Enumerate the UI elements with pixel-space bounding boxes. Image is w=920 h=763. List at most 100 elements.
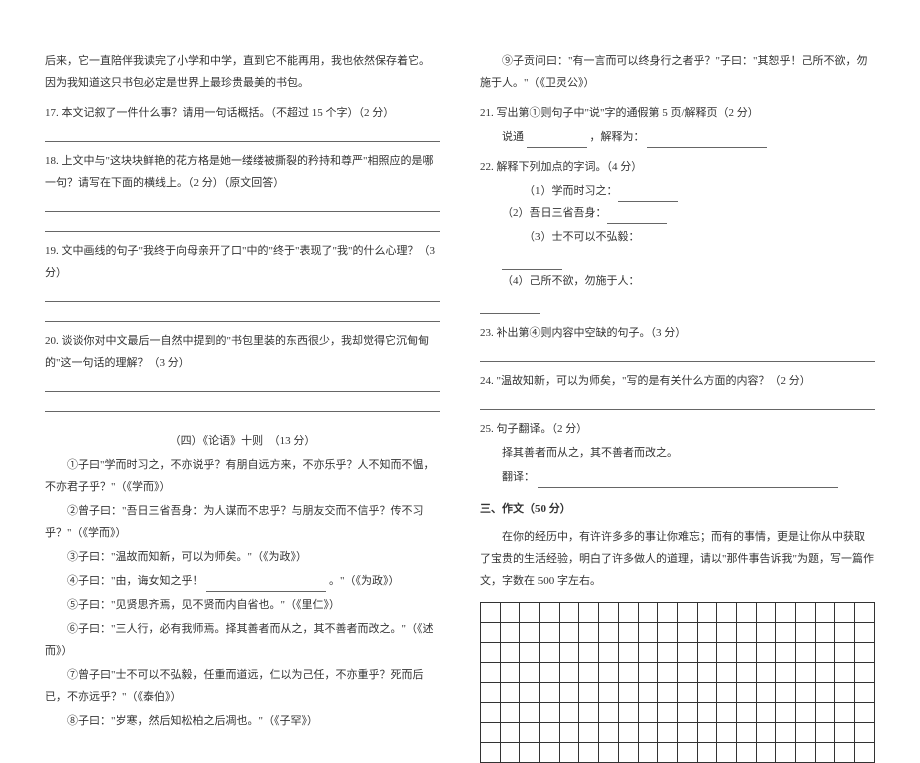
grid-cell[interactable]	[658, 623, 678, 643]
grid-cell[interactable]	[796, 623, 816, 643]
grid-cell[interactable]	[796, 703, 816, 723]
grid-cell[interactable]	[677, 743, 697, 763]
grid-cell[interactable]	[697, 703, 717, 723]
grid-cell[interactable]	[756, 623, 776, 643]
grid-cell[interactable]	[815, 643, 835, 663]
grid-cell[interactable]	[579, 603, 599, 623]
grid-cell[interactable]	[756, 663, 776, 683]
grid-cell[interactable]	[540, 703, 560, 723]
grid-cell[interactable]	[835, 643, 855, 663]
grid-cell[interactable]	[481, 663, 501, 683]
grid-cell[interactable]	[599, 603, 619, 623]
grid-cell[interactable]	[481, 703, 501, 723]
grid-cell[interactable]	[500, 663, 520, 683]
grid-cell[interactable]	[540, 723, 560, 743]
q17-answer-line[interactable]	[45, 128, 440, 142]
grid-cell[interactable]	[736, 723, 756, 743]
grid-cell[interactable]	[717, 643, 737, 663]
grid-cell[interactable]	[638, 603, 658, 623]
grid-cell[interactable]	[540, 743, 560, 763]
q20-answer-line-2[interactable]	[45, 398, 440, 412]
q19-answer-line-2[interactable]	[45, 308, 440, 322]
grid-cell[interactable]	[796, 743, 816, 763]
grid-cell[interactable]	[855, 603, 875, 623]
grid-cell[interactable]	[500, 643, 520, 663]
grid-cell[interactable]	[481, 743, 501, 763]
grid-cell[interactable]	[736, 703, 756, 723]
grid-cell[interactable]	[658, 743, 678, 763]
q24-answer-line[interactable]	[480, 396, 875, 410]
grid-cell[interactable]	[579, 743, 599, 763]
grid-cell[interactable]	[855, 743, 875, 763]
grid-cell[interactable]	[658, 683, 678, 703]
q19-answer-line-1[interactable]	[45, 288, 440, 302]
grid-cell[interactable]	[579, 663, 599, 683]
grid-cell[interactable]	[855, 663, 875, 683]
grid-cell[interactable]	[520, 663, 540, 683]
grid-cell[interactable]	[855, 683, 875, 703]
grid-cell[interactable]	[717, 743, 737, 763]
grid-cell[interactable]	[559, 603, 579, 623]
lunyu-4-blank[interactable]	[206, 580, 326, 592]
grid-cell[interactable]	[520, 643, 540, 663]
grid-cell[interactable]	[756, 683, 776, 703]
grid-cell[interactable]	[599, 703, 619, 723]
q18-answer-line-1[interactable]	[45, 198, 440, 212]
q23-answer-line[interactable]	[480, 348, 875, 362]
grid-cell[interactable]	[835, 623, 855, 643]
grid-cell[interactable]	[677, 683, 697, 703]
grid-cell[interactable]	[559, 663, 579, 683]
grid-cell[interactable]	[835, 603, 855, 623]
grid-cell[interactable]	[697, 623, 717, 643]
grid-cell[interactable]	[736, 743, 756, 763]
grid-cell[interactable]	[481, 683, 501, 703]
grid-cell[interactable]	[559, 643, 579, 663]
grid-cell[interactable]	[579, 683, 599, 703]
grid-cell[interactable]	[736, 663, 756, 683]
grid-cell[interactable]	[638, 663, 658, 683]
grid-cell[interactable]	[481, 723, 501, 743]
grid-cell[interactable]	[618, 683, 638, 703]
grid-cell[interactable]	[520, 603, 540, 623]
grid-cell[interactable]	[579, 623, 599, 643]
grid-cell[interactable]	[638, 623, 658, 643]
grid-cell[interactable]	[756, 703, 776, 723]
grid-cell[interactable]	[855, 643, 875, 663]
grid-cell[interactable]	[717, 703, 737, 723]
grid-cell[interactable]	[717, 683, 737, 703]
grid-cell[interactable]	[618, 723, 638, 743]
grid-cell[interactable]	[658, 663, 678, 683]
grid-cell[interactable]	[599, 743, 619, 763]
grid-cell[interactable]	[481, 643, 501, 663]
grid-cell[interactable]	[579, 643, 599, 663]
grid-cell[interactable]	[815, 703, 835, 723]
grid-cell[interactable]	[796, 683, 816, 703]
composition-grid[interactable]	[480, 602, 875, 763]
grid-cell[interactable]	[717, 623, 737, 643]
grid-cell[interactable]	[500, 603, 520, 623]
grid-cell[interactable]	[697, 603, 717, 623]
grid-cell[interactable]	[520, 723, 540, 743]
grid-cell[interactable]	[736, 623, 756, 643]
grid-cell[interactable]	[559, 623, 579, 643]
grid-cell[interactable]	[618, 623, 638, 643]
grid-cell[interactable]	[618, 743, 638, 763]
grid-cell[interactable]	[500, 623, 520, 643]
grid-cell[interactable]	[618, 703, 638, 723]
grid-cell[interactable]	[776, 643, 796, 663]
grid-cell[interactable]	[559, 703, 579, 723]
grid-cell[interactable]	[796, 663, 816, 683]
grid-cell[interactable]	[559, 683, 579, 703]
grid-cell[interactable]	[540, 643, 560, 663]
grid-cell[interactable]	[855, 703, 875, 723]
grid-cell[interactable]	[835, 743, 855, 763]
grid-cell[interactable]	[796, 603, 816, 623]
grid-cell[interactable]	[540, 603, 560, 623]
grid-cell[interactable]	[697, 663, 717, 683]
q22-3-blank[interactable]	[502, 258, 562, 270]
grid-cell[interactable]	[500, 743, 520, 763]
grid-cell[interactable]	[599, 663, 619, 683]
grid-cell[interactable]	[736, 643, 756, 663]
grid-cell[interactable]	[579, 703, 599, 723]
grid-cell[interactable]	[658, 603, 678, 623]
